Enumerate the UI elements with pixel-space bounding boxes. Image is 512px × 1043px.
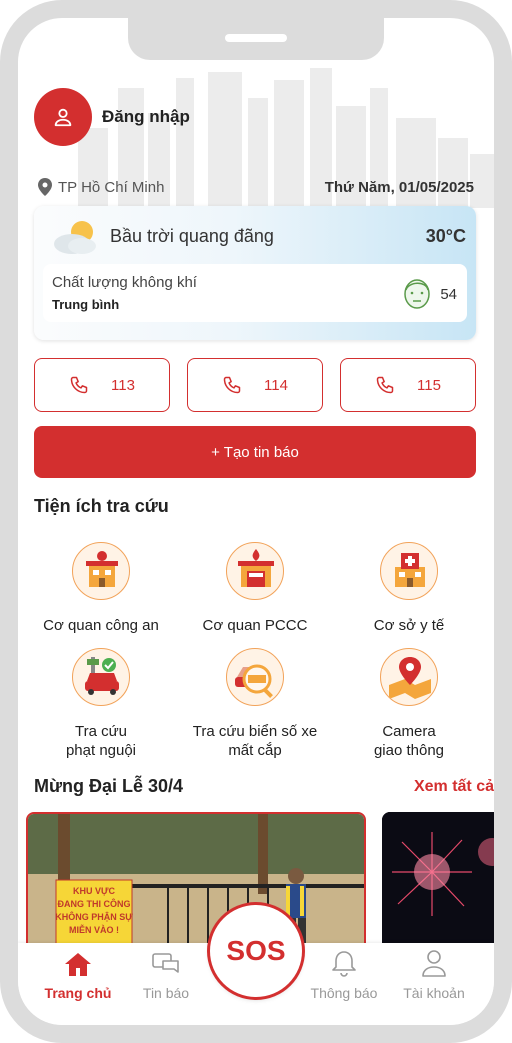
utility-label: Cơ sở y tế	[373, 617, 445, 634]
utility-hospital[interactable]: Cơ sở y tế	[334, 542, 484, 635]
utility-label: Cơ quan công an	[43, 617, 159, 634]
fire-station-icon	[226, 542, 284, 600]
phone-icon	[376, 376, 394, 394]
air-quality-label: Chất lượng không khí	[52, 274, 197, 291]
user-icon	[54, 108, 72, 127]
hotline-number: 115	[417, 376, 441, 394]
hotline-113-button[interactable]: 113	[34, 358, 170, 412]
bell-icon	[332, 951, 356, 977]
partly-cloudy-icon	[54, 221, 96, 254]
phone-notch	[128, 18, 384, 60]
news-card[interactable]: KHU VỰC ĐANG THI CÔNG KHÔNG PHẬN SỰ MIỄN…	[26, 812, 366, 952]
hotline-number: 113	[111, 376, 135, 394]
sos-button[interactable]: SOS	[210, 905, 302, 997]
tab-label: Tài khoản	[403, 985, 465, 1001]
tab-reports[interactable]: Tin báo	[116, 943, 216, 1025]
login-avatar-button[interactable]	[34, 88, 92, 146]
face-icon	[404, 279, 430, 309]
tab-account[interactable]: Tài khoản	[384, 943, 484, 1025]
map-pin-icon	[38, 178, 52, 196]
police-station-icon	[72, 542, 130, 600]
phone-frame: Đăng nhập TP Hồ Chí Minh Thứ Năm, 01/05/…	[0, 0, 512, 1043]
tab-home[interactable]: Trang chủ	[28, 943, 128, 1025]
utility-label: Cơ quan PCCC	[202, 617, 308, 634]
weather-temperature: 30°C	[425, 226, 466, 246]
utility-label: Tra cứu biển số xe mất cắp	[192, 723, 318, 759]
utility-traffic-camera[interactable]: Camera giao thông	[334, 648, 484, 760]
air-quality-level: Trung bình	[52, 297, 120, 312]
news-image-construction: KHU VỰC ĐANG THI CÔNG KHÔNG PHẬN SỰ MIỄN…	[28, 814, 364, 950]
hotline-115-button[interactable]: 115	[340, 358, 476, 412]
sign-line-2: ĐANG THI CÔNG	[58, 898, 131, 909]
location-bar: TP Hồ Chí Minh Thứ Năm, 01/05/2025	[38, 172, 474, 202]
sign-line-4: MIỄN VÀO !	[69, 924, 119, 935]
sign-line-3: KHÔNG PHẬN SỰ	[55, 911, 133, 922]
chat-bubbles-icon	[152, 953, 179, 973]
utility-stolen-plate[interactable]: Tra cứu biển số xe mất cắp	[180, 648, 330, 760]
utilities-title: Tiện ích tra cứu	[34, 496, 169, 516]
air-quality-panel: Chất lượng không khí Trung bình 54	[43, 264, 467, 322]
sign-line-1: KHU VỰC	[73, 886, 115, 896]
phone-icon	[223, 376, 241, 394]
utility-police[interactable]: Cơ quan công an	[26, 542, 176, 635]
create-report-button[interactable]: + Tạo tin báo	[34, 426, 476, 478]
see-all-link[interactable]: Xem tất cả	[414, 778, 494, 796]
hotline-number: 114	[264, 376, 288, 394]
news-section-title: Mừng Đại Lễ 30/4	[34, 776, 184, 796]
utility-label: Tra cứu phạt nguội	[65, 723, 137, 759]
header: Đăng nhập	[34, 88, 190, 146]
login-link[interactable]: Đăng nhập	[102, 107, 190, 127]
current-date: Thứ Năm, 01/05/2025	[324, 178, 474, 196]
stolen-plate-icon	[226, 648, 284, 706]
hotline-buttons: 113 114 115	[34, 358, 476, 412]
sos-label: SOS	[226, 935, 286, 966]
traffic-camera-icon	[380, 648, 438, 706]
utility-label: Camera giao thông	[373, 723, 445, 759]
hospital-icon	[380, 542, 438, 600]
phone-icon	[70, 376, 88, 394]
utility-fire[interactable]: Cơ quan PCCC	[180, 542, 330, 635]
home-icon	[65, 953, 91, 976]
air-quality-value: 54	[440, 286, 457, 303]
hotline-114-button[interactable]: 114	[187, 358, 323, 412]
tab-label: Trang chủ	[44, 985, 112, 1001]
news-image-fireworks	[382, 812, 494, 952]
weather-card: Bầu trời quang đãng 30°C Chất lượng khôn…	[34, 206, 476, 340]
weather-description: Bầu trời quang đãng	[110, 226, 274, 246]
traffic-fine-icon	[72, 648, 130, 706]
location-city: TP Hồ Chí Minh	[58, 178, 165, 196]
tab-notifications[interactable]: Thông báo	[294, 943, 394, 1025]
utility-traffic-fine[interactable]: Tra cứu phạt nguội	[26, 648, 176, 760]
location-selector[interactable]: TP Hồ Chí Minh	[38, 178, 164, 196]
news-card[interactable]	[382, 812, 494, 952]
tab-label: Tin báo	[142, 985, 190, 1001]
user-icon	[422, 950, 446, 977]
tab-label: Thông báo	[310, 985, 378, 1001]
